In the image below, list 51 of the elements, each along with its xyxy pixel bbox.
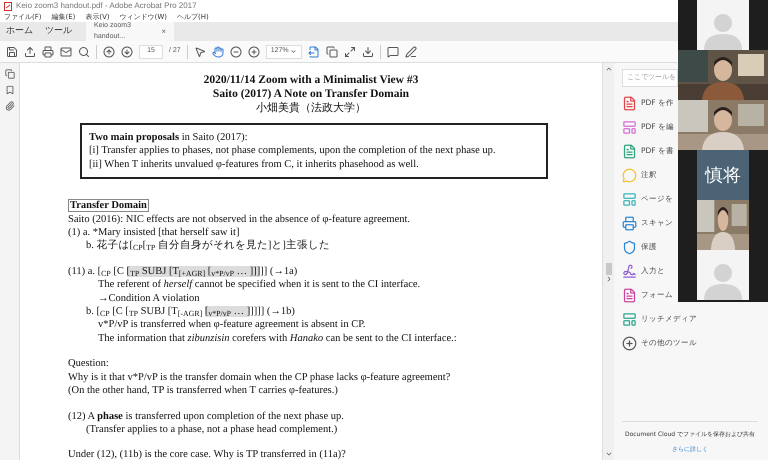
scroll-up-icon[interactable]	[604, 65, 612, 73]
zoom-in-icon[interactable]	[248, 46, 260, 58]
zoom-out-icon[interactable]	[230, 46, 242, 58]
document-line: Saito (2016): NIC effects are not observed in the absence of φ-feature agreement.	[68, 214, 410, 225]
window-title: Keio zoom3 handout.pdf - Adobe Acrobat Pro 2017	[16, 0, 197, 12]
upload-icon[interactable]	[24, 46, 36, 58]
close-icon[interactable]: ×	[161, 26, 166, 38]
document-line: (11) a. [$_{CP}$ [C [$_{TP}$ SUBJ [T$_{[+AGR]}$ [$_{v*P/vP}$ … ]]]]] (→1a)	[68, 266, 298, 277]
document-line: (1) a. *Mary insisted [that herself saw it]	[68, 227, 240, 238]
document-line: b. [$_{CP}$ [C [$_{TP}$ SUBJ [T$_{[-AGR]}$ [$_{v*P/vP}$ … ]]]]] (→1b)	[86, 306, 295, 318]
box-text: Two main proposals in Saito (2017):	[89, 131, 249, 144]
next-page-icon[interactable]	[121, 46, 133, 58]
pen-icon[interactable]	[404, 46, 417, 58]
hand-icon[interactable]	[212, 46, 224, 58]
box-text: [ii] When T inherits unvalued φ-features from C, it inherits phasehood as well.	[89, 158, 420, 172]
document-line: Under (12), (11b) is the core case. Why is TP transferred in (11a)?	[68, 449, 346, 460]
download-icon[interactable]	[362, 46, 374, 58]
scroll-down-icon[interactable]	[604, 450, 612, 458]
document-line: →Condition A violation	[98, 292, 200, 304]
pages-icon[interactable]	[4, 69, 14, 79]
document-line: (Transfer applies to a phase, not a phase head complement.)	[86, 424, 338, 435]
document-title: Saito (2017) A Note on Transfer Domain	[212, 87, 410, 101]
comment-icon[interactable]	[386, 46, 399, 58]
document-title: 2020/11/14 Zoom with a Minimalist View #3	[204, 73, 418, 87]
bookmark-icon[interactable]	[4, 85, 14, 95]
nav-tab[interactable]: ホーム	[0, 22, 39, 41]
document-line: b. 花子は[$_{CP}$[$_{TP}$ 自分自身がそれを見た]と]主張した	[86, 240, 330, 252]
document-line: The referent of herself cannot be specified when it is sent to the CI interface.	[98, 279, 420, 290]
search-icon[interactable]	[78, 46, 90, 58]
participant-name: 慎将	[705, 164, 741, 188]
caret-icon	[290, 48, 297, 55]
box-text: [i] Transfer applies to phases, not phase complements, upon the completion of the next phase up.	[89, 144, 497, 158]
section-heading: Transfer Domain	[68, 199, 149, 212]
pages-icon[interactable]	[326, 46, 338, 58]
paperclip-icon[interactable]	[4, 101, 14, 111]
document-line: (12) A phase is transferred upon completion of the next phase up.	[68, 410, 344, 422]
pointer-icon[interactable]	[194, 46, 206, 58]
document-author: 小畑美貴（法政大学）	[256, 101, 366, 115]
scrollbar-thumb[interactable]	[606, 263, 612, 275]
save-icon[interactable]	[6, 46, 18, 58]
document-line: The information that zibunzisin corefers with Hanako can be sent to the CI interface.:	[98, 332, 457, 344]
document-line: v*P/vP is transferred when φ-feature agreement is absent in CP.	[98, 319, 366, 330]
mail-icon[interactable]	[60, 46, 72, 58]
previous-page-icon[interactable]	[103, 46, 115, 58]
full-screen-icon[interactable]	[344, 46, 356, 58]
document-line: Why is it that v*P/vP is the transfer domain when the CP phase lacks φ-feature agreement?	[68, 372, 450, 383]
nav-tab[interactable]: ツール	[39, 22, 78, 41]
document-line: (On the other hand, TP is transferred when T carries φ-features.)	[68, 385, 338, 396]
print-icon[interactable]	[42, 46, 54, 58]
document-line: Question:	[68, 358, 109, 370]
fit-page-icon[interactable]	[308, 46, 320, 58]
